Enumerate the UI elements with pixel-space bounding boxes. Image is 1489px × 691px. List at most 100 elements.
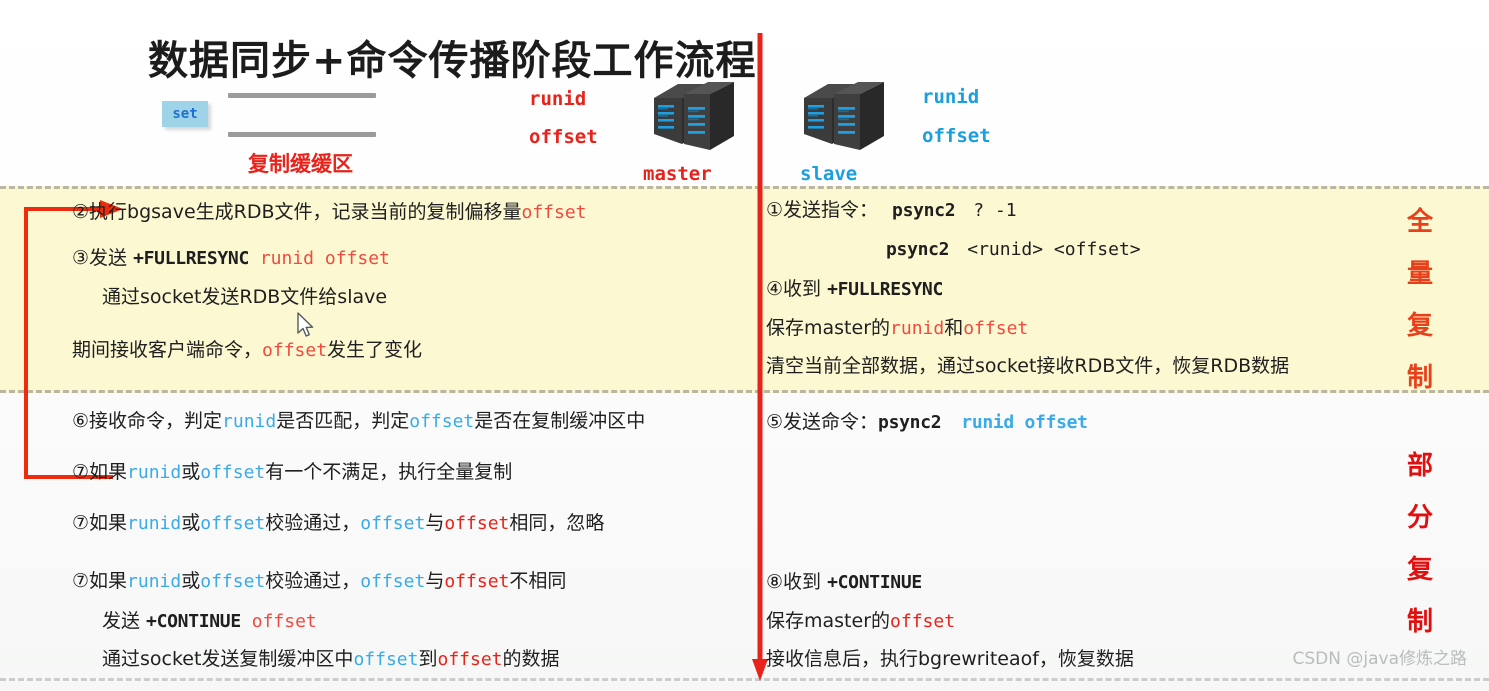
master-server-icon [654, 82, 734, 150]
left-partial-step-6-offset: offset [409, 411, 475, 432]
set-command-chip: set [162, 101, 208, 127]
slave-name-label: slave [800, 163, 858, 185]
left-partial-continue-offset: offset [240, 611, 317, 632]
right-full-save-c: 和 [944, 317, 964, 339]
left-partial-continue-a: 发送 [102, 610, 147, 632]
right-full-flush-text: 清空当前全部数据，通过socket接收RDB文件，恢复RDB数据 [766, 355, 1290, 377]
left-partial-step-6-e: 是否在复制缓冲区中 [474, 410, 646, 432]
left-full-note-c: 发生了变化 [327, 339, 423, 361]
left-partial-step-6-a: ⑥接收命令，判定 [72, 410, 223, 432]
right-full-step-1-a: ①发送指令： [766, 199, 879, 221]
side-label-partial-char-2: 复 [1406, 555, 1433, 585]
replication-buffer-label: 复制缓缓区 [248, 152, 353, 176]
buffer-line-bottom [228, 132, 376, 137]
side-label-partial-char-3: 制 [1406, 607, 1433, 637]
right-partial-rewriteaof: 接收信息后，执行bgrewriteaof，恢复数据 [766, 650, 1134, 669]
left-partial-step-7a-offset: offset [200, 462, 266, 483]
left-partial-step-7c-a: ⑦如果 [72, 570, 128, 592]
left-full-note-a: 期间接收客户端命令， [72, 339, 263, 361]
right-partial-save: 保存master的offset [766, 612, 955, 631]
right-full-save-offset: offset [963, 318, 1029, 339]
left-partial-step-6-c: 是否匹配，判定 [276, 410, 410, 432]
right-partial-step-8-keyword: +CONTINUE [827, 572, 922, 593]
left-partial-step-7c-c: 或 [181, 570, 201, 592]
side-label-full-replication: 全 量 复 制 [1398, 196, 1442, 404]
master-offset-label: offset [529, 126, 598, 148]
left-full-step-2-offset: offset [521, 202, 587, 223]
left-partial-step-7a-e: 有一个不满足，执行全量复制 [265, 461, 513, 483]
right-full-step-4-keyword: +FULLRESYNC [827, 279, 943, 300]
right-partial-step-5-cmd: psync2 [878, 412, 942, 433]
left-partial-step-6: ⑥接收命令，判定runid是否匹配，判定offset是否在复制缓冲区中 [72, 412, 645, 431]
master-runid-label: runid [529, 88, 587, 110]
left-partial-step-7c-offset-slave: offset [360, 571, 426, 592]
right-full-step-1-cmd: psync2 [892, 200, 956, 221]
right-full-step-1-alt-cmd: psync2 [886, 239, 950, 260]
side-label-full-char-3: 制 [1406, 363, 1433, 393]
right-partial-step-8-a: ⑧收到 [766, 571, 828, 593]
left-partial-step-7b-c: 或 [181, 512, 201, 534]
left-full-step-3-args: runid offset [248, 248, 390, 269]
left-partial-step-7c-e: 校验通过， [265, 570, 361, 592]
side-label-full-char-1: 量 [1406, 259, 1433, 289]
side-label-partial-char-1: 分 [1406, 503, 1433, 533]
slave-server-icon [804, 82, 884, 150]
left-partial-step-7b-offset: offset [200, 513, 266, 534]
right-full-step-4-a: ④收到 [766, 278, 828, 300]
right-full-step-4: ④收到 +FULLRESYNC [766, 280, 943, 299]
right-partial-step-5-a: ⑤发送命令： [766, 411, 879, 433]
right-full-save-a: 保存master的 [766, 317, 891, 339]
left-partial-send-buffer-offset-to: offset [437, 649, 503, 670]
left-partial-step-7b-e: 校验通过， [265, 512, 361, 534]
right-partial-rewriteaof-text: 接收信息后，执行bgrewriteaof，恢复数据 [766, 648, 1134, 670]
slave-runid-label: runid [922, 86, 980, 108]
mouse-cursor [297, 312, 314, 337]
left-partial-send-buffer-a: 通过socket发送复制缓冲区中 [102, 648, 354, 670]
left-full-step-2: ②执行bgsave生成RDB文件，记录当前的复制偏移量offset [72, 203, 587, 222]
right-partial-save-offset: offset [890, 611, 956, 632]
left-full-step-3-text: ③发送 [72, 247, 134, 269]
right-partial-save-a: 保存master的 [766, 610, 891, 632]
left-partial-send-buffer-e: 的数据 [502, 648, 560, 670]
header-zone: 数据同步+命令传播阶段工作流程 set 复制缓缓区 runid offset r… [0, 0, 1489, 186]
right-full-flush: 清空当前全部数据，通过socket接收RDB文件，恢复RDB数据 [766, 357, 1289, 376]
left-partial-step-7c: ⑦如果runid或offset校验通过，offset与offset不相同 [72, 572, 566, 591]
left-partial-step-6-runid: runid [222, 411, 277, 432]
left-partial-step-7c-runid: runid [127, 571, 182, 592]
diagram-canvas: 数据同步+命令传播阶段工作流程 set 复制缓缓区 runid offset r… [0, 0, 1489, 691]
left-partial-step-7a-c: 或 [181, 461, 201, 483]
left-partial-step-7b-i: 相同，忽略 [509, 512, 605, 534]
right-full-step-1-alt: psync2 <runid> <offset> [886, 240, 1141, 259]
side-label-full-char-2: 复 [1406, 311, 1433, 341]
left-partial-send-buffer: 通过socket发送复制缓冲区中offset到offset的数据 [102, 650, 560, 669]
left-full-step-3-sub-text: 通过socket发送RDB文件给slave [102, 286, 388, 308]
left-partial-send-buffer-offset-from: offset [353, 649, 419, 670]
right-partial-step-8: ⑧收到 +CONTINUE [766, 573, 922, 592]
side-label-partial-replication: 部 分 复 制 [1398, 440, 1442, 648]
left-partial-step-7b: ⑦如果runid或offset校验通过，offset与offset相同，忽略 [72, 514, 604, 533]
left-partial-step-7b-offset-master: offset [444, 513, 510, 534]
left-full-step-2-text: ②执行bgsave生成RDB文件，记录当前的复制偏移量 [72, 201, 522, 223]
left-partial-step-7a: ⑦如果runid或offset有一个不满足，执行全量复制 [72, 463, 512, 482]
left-full-note-offset: offset [262, 340, 328, 361]
left-partial-step-7c-offset-master: offset [444, 571, 510, 592]
right-full-step-1: ①发送指令： psync2 ? -1 [766, 201, 1017, 220]
right-full-save-runid: runid [890, 318, 945, 339]
left-partial-step-7c-g: 与 [425, 570, 445, 592]
left-partial-send-buffer-c: 到 [418, 648, 438, 670]
right-full-step-1-alt-args: <runid> <offset> [967, 239, 1141, 260]
left-full-note: 期间接收客户端命令，offset发生了变化 [72, 341, 422, 360]
right-partial-step-5: ⑤发送命令：psync2 runid offset [766, 413, 1088, 432]
csdn-watermark: CSDN @java修炼之路 [1292, 649, 1468, 669]
left-partial-step-7b-g: 与 [425, 512, 445, 534]
left-partial-step-7b-a: ⑦如果 [72, 512, 128, 534]
left-partial-step-7a-a: ⑦如果 [72, 461, 128, 483]
left-full-step-3-fullresync: +FULLRESYNC [133, 248, 249, 269]
right-full-save: 保存master的runid和offset [766, 319, 1028, 338]
left-partial-step-7b-runid: runid [127, 513, 182, 534]
slave-offset-label: offset [922, 125, 991, 147]
side-label-full-char-0: 全 [1406, 207, 1433, 237]
bottom-dashed-divider [0, 678, 1489, 681]
left-partial-step-7c-offset: offset [200, 571, 266, 592]
left-partial-step-7b-offset-slave: offset [360, 513, 426, 534]
